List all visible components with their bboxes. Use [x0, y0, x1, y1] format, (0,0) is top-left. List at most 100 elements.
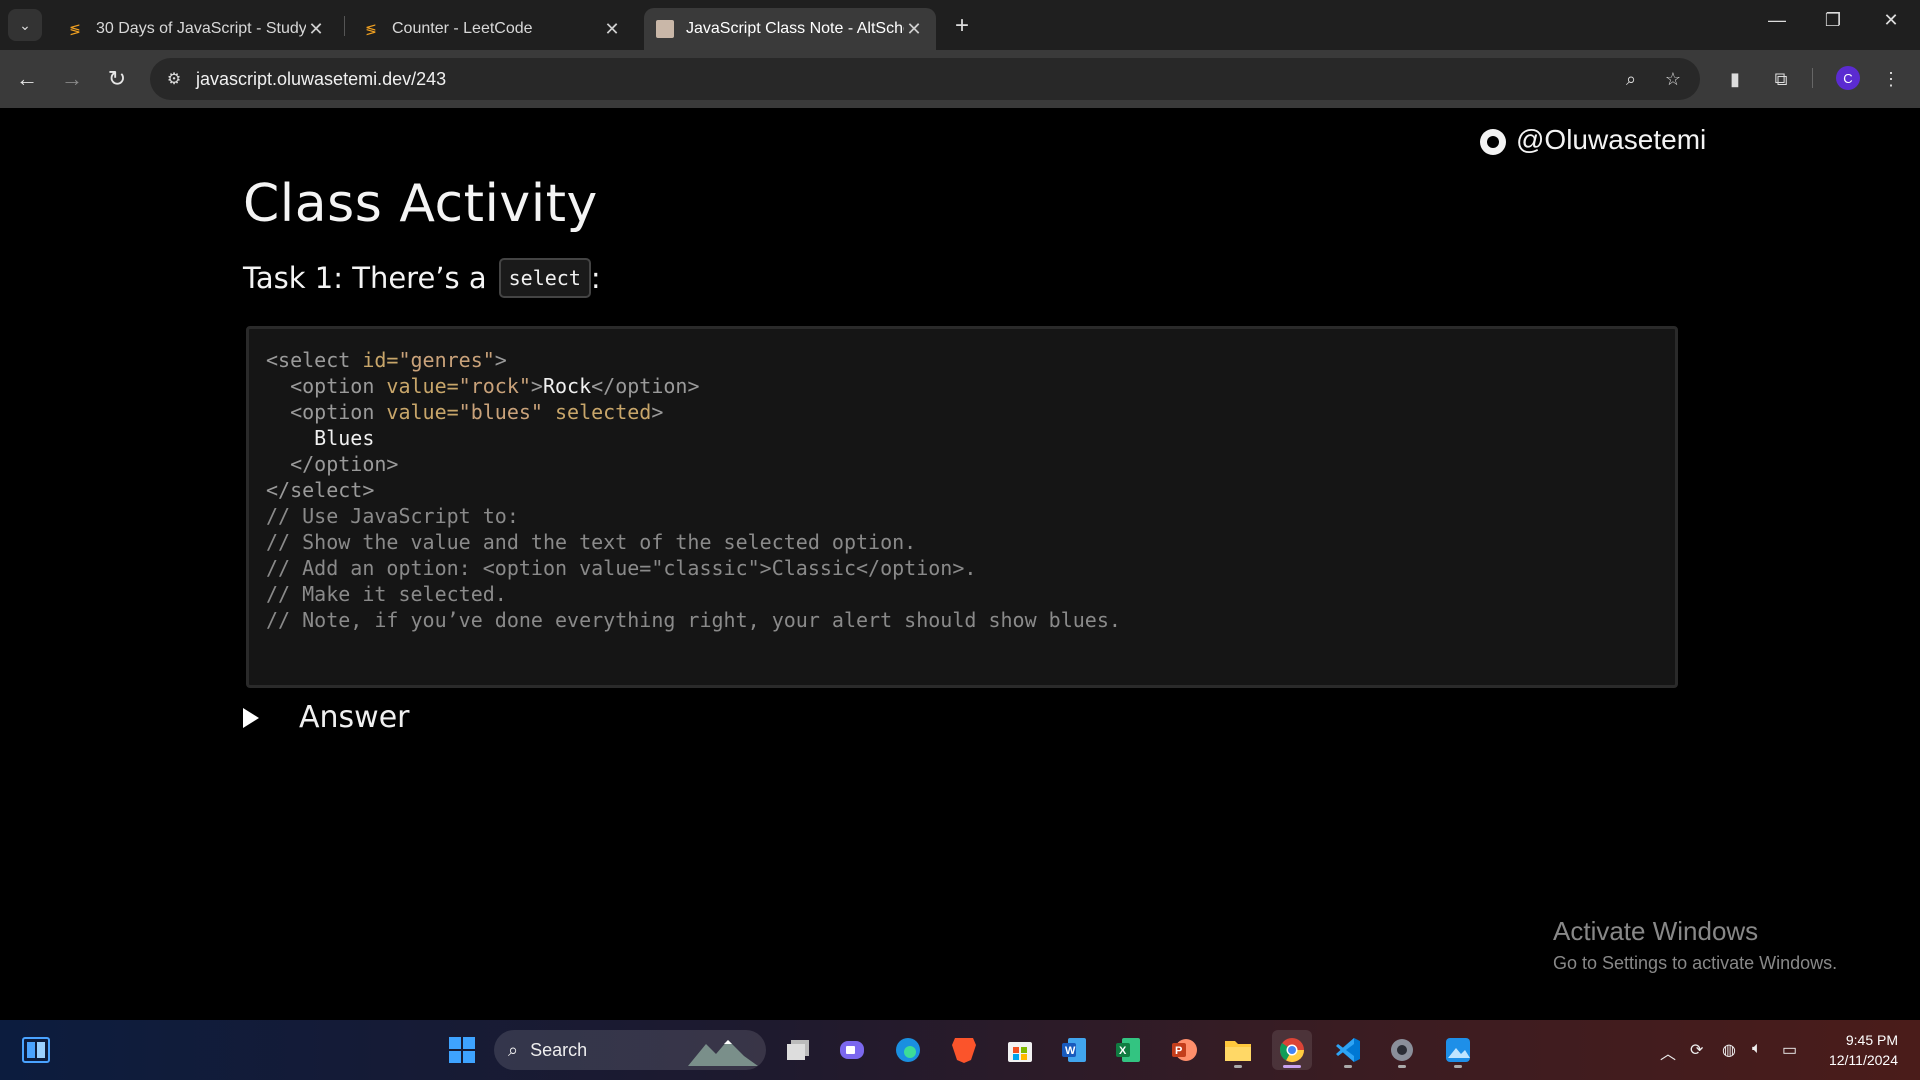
code-token: Rock — [542, 374, 592, 398]
chevron-down-icon: ⌄ — [19, 16, 31, 33]
code-token: <option — [266, 374, 387, 398]
tab-strip: ⌄ ≶ 30 Days of JavaScript - Study Pl ✕ ≶… — [0, 0, 1920, 50]
code-line: <option value="blues" selected> — [266, 399, 1658, 425]
close-icon[interactable]: ✕ — [306, 19, 326, 40]
code-token: "rock" — [458, 374, 531, 398]
system-clock[interactable]: 9:45 PM 12/11/2024 — [1822, 1030, 1898, 1070]
file-explorer-icon[interactable] — [1218, 1030, 1258, 1070]
answer-disclosure[interactable]: Answer — [243, 700, 410, 735]
code-comment: // Show the value and the text of the se… — [266, 530, 917, 554]
chrome-icon[interactable] — [1272, 1030, 1312, 1070]
restore-button[interactable]: ❐ — [1818, 10, 1848, 31]
minimize-button[interactable]: — — [1762, 10, 1792, 31]
active-indicator — [1283, 1065, 1301, 1068]
volume-icon[interactable]: 🔈︎ — [1752, 1040, 1762, 1058]
menu-kebab-icon[interactable]: ⋮ — [1878, 66, 1904, 92]
code-comment: // Add an option: <option value="classic… — [266, 556, 977, 580]
code-comment: // Use JavaScript to: — [266, 504, 519, 528]
svg-text:P: P — [1175, 1045, 1182, 1057]
vscode-icon[interactable] — [1328, 1030, 1368, 1070]
code-token: Blues — [266, 426, 375, 450]
task-suffix: : — [590, 261, 601, 295]
tab-divider — [344, 16, 345, 36]
microsoft-store-icon[interactable] — [1000, 1030, 1040, 1070]
watermark-title: Activate Windows — [1553, 916, 1759, 946]
search-icon: ⌕ — [508, 1039, 519, 1060]
github-handle: @Oluwasetemi — [1516, 124, 1707, 155]
teams-chat-icon[interactable] — [832, 1030, 872, 1070]
settings-gear-icon[interactable] — [1382, 1030, 1422, 1070]
running-indicator — [1344, 1065, 1352, 1068]
disclosure-triangle-icon — [243, 707, 259, 728]
tab-title: Counter - LeetCode — [392, 20, 533, 37]
code-token: </select> — [266, 478, 375, 502]
excel-icon[interactable]: X — [1108, 1030, 1148, 1070]
extensions-puzzle-icon[interactable]: ⧉ — [1768, 66, 1794, 92]
code-token: <option — [266, 400, 387, 424]
taskbar-search[interactable]: ⌕ Search — [494, 1030, 766, 1070]
start-windows-icon[interactable] — [442, 1030, 482, 1070]
forward-button[interactable]: → — [57, 64, 87, 94]
profile-favicon-icon — [656, 20, 674, 38]
page-content: @Oluwasetemi Class Activity Task 1: Ther… — [0, 108, 1920, 1020]
task-view-icon[interactable] — [778, 1030, 818, 1070]
inline-code: select — [498, 258, 591, 298]
sync-icon[interactable]: ⟳ — [1690, 1040, 1703, 1060]
code-comment: // Note, if you’ve done everything right… — [266, 608, 1121, 632]
github-link[interactable]: @Oluwasetemi — [1480, 124, 1706, 156]
close-icon[interactable]: ✕ — [602, 19, 622, 40]
code-token: selected — [542, 400, 652, 424]
svg-text:X: X — [1119, 1045, 1127, 1057]
toolbar-divider — [1812, 68, 1813, 88]
code-token: </option> — [591, 374, 700, 398]
activate-windows-watermark: Activate Windows Go to Settings to activ… — [1553, 916, 1837, 974]
close-icon[interactable]: ✕ — [904, 19, 924, 40]
tab-search-button[interactable]: ⌄ — [8, 9, 42, 41]
tab-class-note[interactable]: JavaScript Class Note - AltSchoo ✕ — [644, 8, 936, 50]
taskbar: ⌕ Search W X P ︿ ⟳ ◍ 🔈︎ ▭ 9:45 PM 12/11/… — [0, 1020, 1920, 1080]
widgets-icon[interactable] — [16, 1030, 56, 1070]
bookmark-star-icon[interactable]: ☆ — [1662, 68, 1684, 90]
word-icon[interactable]: W — [1054, 1030, 1094, 1070]
code-token: value= — [386, 374, 459, 398]
watermark-subtitle: Go to Settings to activate Windows. — [1553, 953, 1838, 973]
back-button[interactable]: ← — [12, 64, 42, 94]
code-line: <option value="rock">Rock</option> — [266, 373, 1658, 399]
tab-study-plan[interactable]: ≶ 30 Days of JavaScript - Study Pl ✕ — [54, 8, 338, 50]
powerpoint-icon[interactable]: P — [1164, 1030, 1204, 1070]
reload-button[interactable]: ↻ — [102, 64, 132, 94]
code-token: </option> — [266, 452, 399, 476]
show-hidden-icons-chevron-icon[interactable]: ︿ — [1660, 1040, 1676, 1064]
plus-icon: + — [954, 12, 969, 39]
brave-icon[interactable] — [944, 1030, 984, 1070]
code-token: value= — [386, 400, 459, 424]
code-line: <select id="genres"> — [266, 347, 1658, 373]
arrow-right-icon: → — [61, 66, 83, 91]
github-icon — [1480, 129, 1506, 155]
network-globe-icon[interactable]: ◍ — [1722, 1040, 1736, 1060]
code-token: <select — [266, 348, 363, 372]
close-window-button[interactable]: ✕ — [1876, 10, 1906, 31]
photos-icon[interactable] — [1438, 1030, 1478, 1070]
battery-icon[interactable]: ▭ — [1782, 1040, 1797, 1060]
page-title: Class Activity — [243, 174, 598, 234]
site-info-icon[interactable]: ⚙ — [164, 69, 184, 89]
code-line: </option> — [266, 451, 1658, 477]
clock-time: 9:45 PM — [1845, 1032, 1898, 1048]
browser-toolbar: ← → ↻ ⚙ javascript.oluwasetemi.dev/243 ⌕… — [0, 50, 1920, 108]
code-comment: // Make it selected. — [266, 582, 507, 606]
search-label: Search — [530, 1039, 588, 1060]
profile-avatar[interactable]: C — [1836, 66, 1860, 90]
code-block: <select id="genres"> <option value="rock… — [246, 326, 1678, 688]
new-tab-button[interactable]: + — [948, 12, 976, 40]
edge-icon[interactable] — [888, 1030, 928, 1070]
tab-title: JavaScript Class Note - AltSchoo — [686, 20, 904, 37]
tab-leetcode-counter[interactable]: ≶ Counter - LeetCode ✕ — [350, 8, 634, 50]
mountain-highlight-icon — [688, 1040, 758, 1066]
svg-text:W: W — [1065, 1045, 1076, 1057]
tab-search-extension-icon[interactable]: ▮ — [1722, 66, 1748, 92]
zoom-icon[interactable]: ⌕ — [1620, 68, 1642, 90]
code-line: Blues — [266, 425, 1658, 451]
address-bar[interactable]: ⚙ javascript.oluwasetemi.dev/243 ⌕ ☆ — [150, 58, 1700, 100]
code-token: id= — [362, 348, 399, 372]
